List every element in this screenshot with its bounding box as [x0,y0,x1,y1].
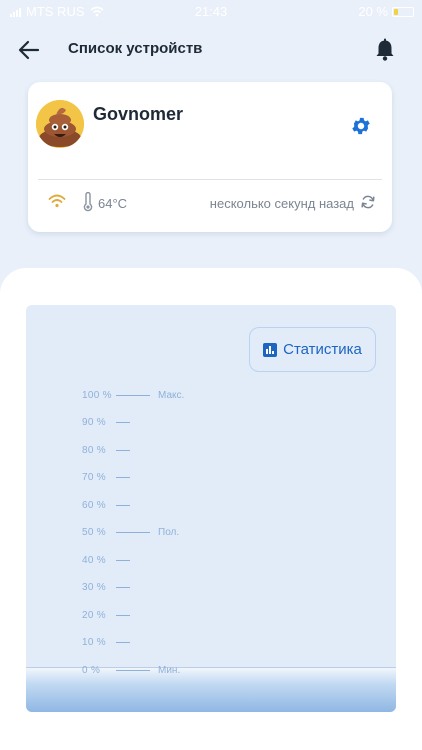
level-tick [116,669,150,671]
temperature-value: 64°C [98,196,128,211]
level-scale-row: 0 % Мин. [82,663,180,677]
device-name: Govnomer [93,104,184,124]
battery-group: 20 % [358,4,414,19]
battery-percent: 20 % [358,4,388,19]
level-mark-label: Мин. [158,664,181,676]
level-scale-row: 30 % [82,581,130,595]
level-tick [116,614,130,616]
level-percent-label: 10 % [82,637,106,648]
level-percent-label: 60 % [82,499,106,511]
page-title: Список устройств [68,40,203,57]
level-scale-row: 70 % [82,471,130,485]
wifi-icon [48,194,66,208]
level-scale-row: 50 % Пол. [82,526,179,540]
level-tick [116,477,130,478]
level-percent-label: 0 % [82,664,101,676]
level-tick [116,587,130,588]
gear-icon[interactable] [350,115,372,137]
thermometer-icon [83,192,93,212]
level-tick [116,532,150,533]
level-scale-row: 40 % [82,553,130,567]
level-scale-row: 80 % [82,443,130,457]
status-bar: MTS RUS 21:43 20 % [0,0,422,22]
bell-icon[interactable] [374,38,396,62]
statistics-button[interactable]: Статистика [249,327,376,372]
level-tick [116,449,130,451]
device-card[interactable]: Govnomer 64°C несколько секунд назад [28,82,392,232]
level-percent-label: 70 % [82,472,106,483]
level-mark-label: Пол. [158,527,180,538]
top-bar: Список устройств [0,30,422,70]
level-percent-label: 50 % [82,527,106,538]
bar-chart-icon [263,342,278,357]
battery-icon [392,6,414,17]
level-scale-row: 90 % [82,416,130,430]
level-tick [116,422,130,423]
level-tick [116,642,130,643]
last-update-text: несколько секунд назад [209,196,354,211]
level-percent-label: 20 % [82,609,106,621]
level-percent-label: 90 % [82,417,106,428]
level-scale-row: 10 % [82,636,130,650]
device-avatar [36,100,84,148]
level-scale-row: 60 % [82,498,130,512]
level-tick [116,504,130,506]
level-percent-label: 30 % [82,582,106,593]
level-tick [116,394,150,396]
statistics-button-label: Статистика [283,341,362,358]
poop-emoji-icon [36,100,84,148]
level-percent-label: 100 % [82,389,112,401]
refresh-icon[interactable] [360,194,376,210]
level-tick [116,559,130,561]
level-scale-row: 20 % [82,608,130,622]
card-divider [38,179,382,180]
level-percent-label: 40 % [82,554,106,566]
level-mark-label: Макс. [158,389,185,401]
level-scale-row: 100 % Макс. [82,388,184,402]
level-percent-label: 80 % [82,444,106,456]
back-arrow-icon[interactable] [16,38,42,62]
